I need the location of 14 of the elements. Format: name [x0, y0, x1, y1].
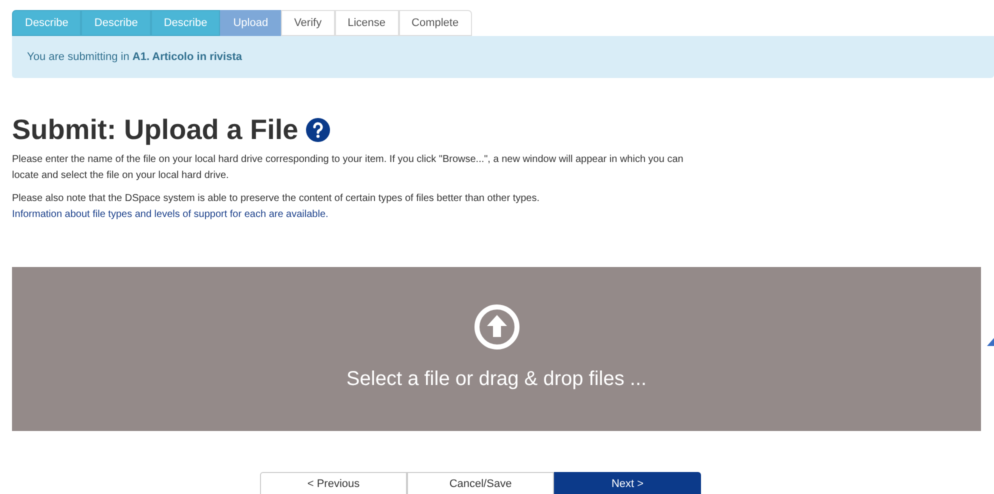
help-icon[interactable]	[306, 118, 330, 142]
instruction-text: Please also note that the DSpace system is able to preserve the content of certain types of files better than other types. Information about file types and levels of support for each are available.	[12, 191, 712, 223]
nav-button[interactable]: Next >	[554, 472, 701, 494]
step-tab[interactable]: Verify	[281, 10, 335, 36]
step-tab[interactable]: Complete	[398, 10, 472, 36]
info-link[interactable]: Information about file types and levels of support for each are available.	[12, 207, 712, 223]
nav-button[interactable]: Cancel/Save	[407, 472, 554, 494]
step-tab[interactable]: License	[334, 10, 399, 36]
instruction-text: Please enter the name of the file on your local hard drive corresponding to your item. If you click "Browse...", a new window will appear in which you can locate and select the file on your local hard drive.	[12, 153, 684, 183]
page-title: Submit: Upload a File	[12, 114, 298, 146]
dropzone-label: Select a file or drag & drop files ...	[346, 367, 647, 392]
triangle-icon	[987, 338, 994, 346]
notice-text: You are submitting in A1. Articolo in rivista	[27, 50, 242, 65]
nav-button[interactable]: < Previous	[260, 472, 407, 494]
